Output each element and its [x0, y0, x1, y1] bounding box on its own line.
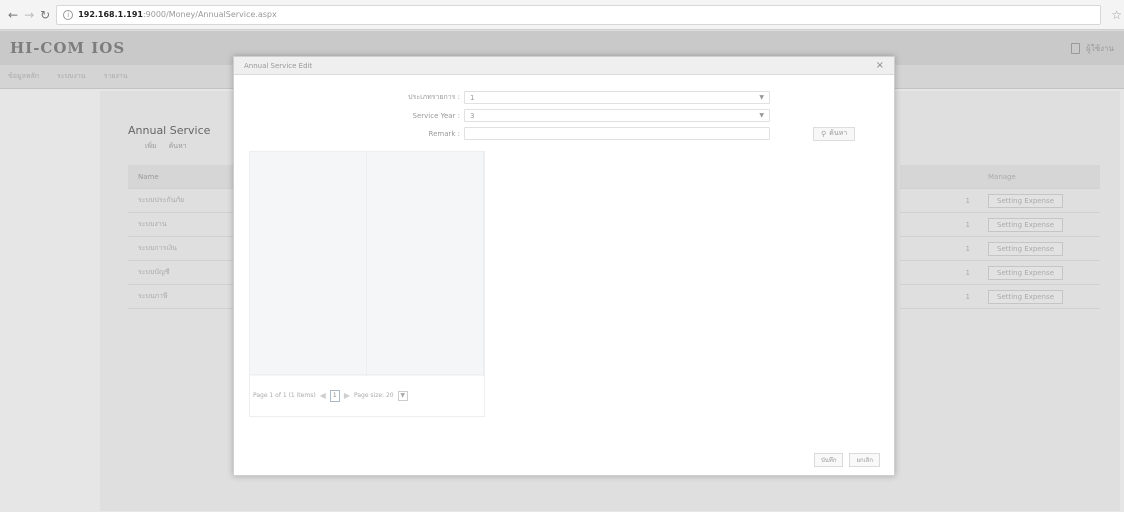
setting-expense-button[interactable]: Setting Expense [988, 289, 1063, 304]
row-count: 1 [965, 268, 970, 277]
url-path: :9000/Money/AnnualService.aspx [142, 10, 277, 19]
manage-header-label: Manage [988, 172, 1016, 181]
service-year-value: 3 [470, 111, 475, 120]
chevron-down-icon[interactable]: ▼ [759, 94, 764, 101]
table-row[interactable]: ระบบงาน [128, 213, 234, 237]
page-size-dropdown-icon[interactable]: ▼ [397, 390, 408, 401]
next-page-icon[interactable]: ▶ [344, 391, 350, 400]
reload-icon[interactable]: ↻ [40, 7, 50, 23]
form-row-remark: Remark : ⚲ ค้นหา [234, 126, 896, 141]
setting-expense-button[interactable]: Setting Expense [988, 265, 1063, 280]
table-row[interactable]: ระบบบัญชี [128, 261, 234, 285]
manage-row: 1 Setting Expense [900, 261, 1100, 285]
page-title: Annual Service [128, 124, 211, 137]
info-icon[interactable]: i [63, 9, 74, 20]
tab-search[interactable]: ค้นหา [169, 141, 187, 152]
setting-expense-button[interactable]: Setting Expense [988, 241, 1063, 256]
form-row-year: Service Year : 3 ▼ [234, 108, 896, 123]
address-bar[interactable]: i 192.168.1.191 :9000/Money/AnnualServic… [56, 4, 1102, 25]
url-host: 192.168.1.191 [78, 10, 143, 19]
prev-page-icon[interactable]: ◀ [320, 391, 326, 400]
manage-row: 1 Setting Expense [900, 189, 1100, 213]
menu-item-master[interactable]: ข้อมูลหลัก [8, 71, 39, 82]
remark-label: Remark : [428, 129, 460, 138]
search-icon: ⚲ [821, 129, 827, 138]
type-select[interactable]: 1 ▼ [464, 91, 770, 104]
result-grid: Page 1 of 1 (1 items) ◀ 1 ▶ Page size: 2… [249, 151, 485, 417]
search-button[interactable]: ⚲ ค้นหา [813, 126, 856, 141]
tab-add[interactable]: เพิ่ม [145, 141, 157, 152]
save-button[interactable]: บันทึก [813, 453, 844, 467]
remark-input[interactable] [464, 127, 770, 140]
type-label: ประเภทรายการ : [408, 93, 460, 101]
grid-column [367, 152, 484, 376]
browser-toolbar: ← → ↻ i 192.168.1.191 :9000/Money/Annual… [0, 0, 1124, 30]
row-count: 1 [965, 244, 970, 253]
form-row-type: ประเภทรายการ : 1 ▼ [234, 90, 896, 105]
manage-header: Manage [900, 165, 1100, 189]
bookmark-star-icon[interactable]: ☆ [1111, 8, 1122, 22]
service-year-select[interactable]: 3 ▼ [464, 109, 770, 122]
cancel-button[interactable]: ยกเลิก [849, 453, 880, 467]
grid-column [250, 152, 367, 376]
chevron-down-icon[interactable]: ▼ [759, 112, 764, 119]
pager-summary: Page 1 of 1 (1 items) [253, 392, 316, 399]
user-menu[interactable]: ผู้ใช้งาน [1071, 42, 1114, 55]
manage-row: 1 Setting Expense [900, 237, 1100, 261]
manage-row: 1 Setting Expense [900, 213, 1100, 237]
user-label: ผู้ใช้งาน [1086, 43, 1114, 53]
service-year-label: Service Year : [412, 111, 461, 120]
manage-row: 1 Setting Expense [900, 285, 1100, 309]
search-button-label: ค้นหา [829, 129, 848, 137]
grid-body[interactable] [250, 152, 484, 376]
sub-tabs: เพิ่ม ค้นหา [145, 141, 187, 152]
user-icon [1071, 42, 1081, 54]
dialog-titlebar[interactable]: Annual Service Edit × [234, 57, 894, 75]
setting-expense-button[interactable]: Setting Expense [988, 193, 1063, 208]
page-size-label: Page size: 20 [353, 392, 394, 399]
table-row[interactable]: ระบบการเงิน [128, 237, 234, 261]
dialog-footer: บันทึก ยกเลิก [813, 453, 880, 467]
back-icon[interactable]: ← [8, 7, 18, 23]
row-count: 1 [965, 220, 970, 229]
row-count: 1 [965, 292, 970, 301]
type-value: 1 [470, 93, 475, 102]
annual-service-edit-dialog: Annual Service Edit × ประเภทรายการ : 1 ▼… [233, 56, 895, 476]
grid-pager: Page 1 of 1 (1 items) ◀ 1 ▶ Page size: 2… [250, 374, 484, 416]
brand-logo[interactable]: HI-COM IOS [10, 39, 125, 57]
forward-icon[interactable]: → [24, 7, 34, 23]
menu-item-report[interactable]: รายงาน [104, 71, 128, 82]
pager-current-page[interactable]: 1 [329, 389, 340, 402]
close-icon[interactable]: × [876, 60, 884, 71]
manage-column: Manage 1 Setting Expense 1 Setting Expen… [900, 165, 1100, 309]
table-row[interactable]: ระบบภาษี [128, 285, 234, 309]
table-row[interactable]: ระบบประกันภัย [128, 189, 234, 213]
dialog-title: Annual Service Edit [244, 61, 313, 70]
setting-expense-button[interactable]: Setting Expense [988, 217, 1063, 232]
row-count: 1 [965, 196, 970, 205]
menu-item-system[interactable]: ระบบงาน [57, 71, 86, 82]
service-table: Name ระบบประกันภัย ระบบงาน ระบบการเงิน ร… [128, 165, 234, 309]
table-header: Name [128, 165, 234, 189]
